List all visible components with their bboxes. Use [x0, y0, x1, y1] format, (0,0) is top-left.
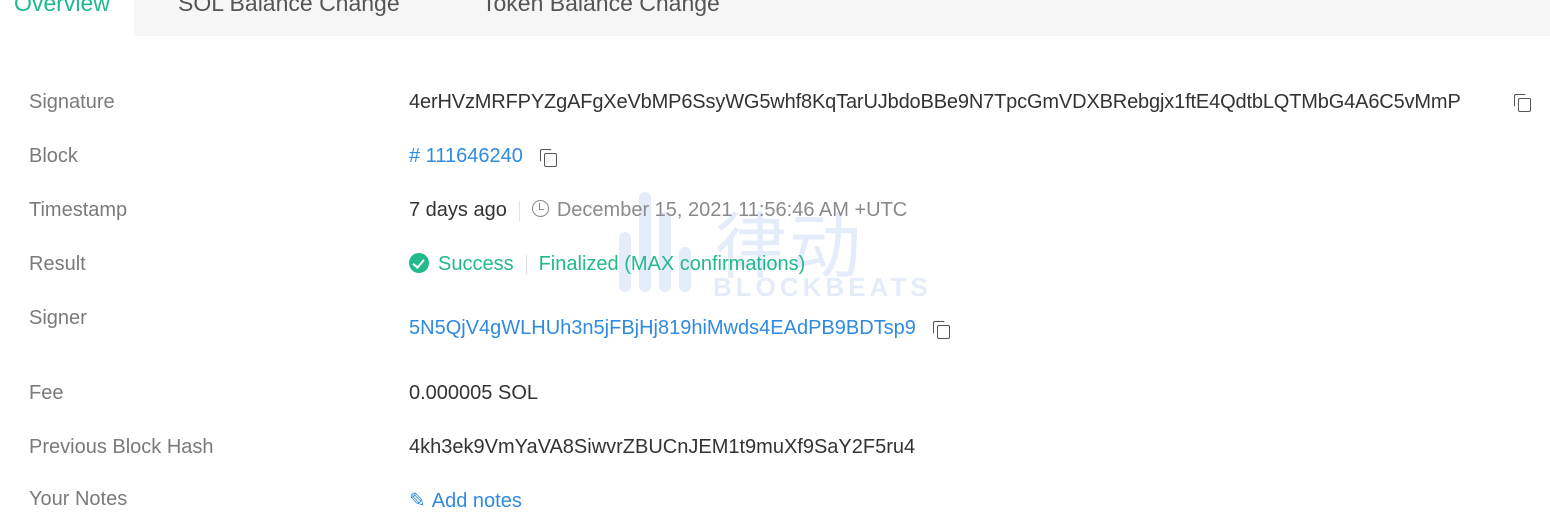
add-notes-link[interactable]: ✎ Add notes	[409, 488, 522, 513]
signature-text: 4erHVzMRFPYZgAFgXeVbMP6SsyWG5whf8KqTarUJ…	[409, 91, 1461, 113]
your-notes-row: Your Notes ✎ Add notes	[0, 480, 1550, 520]
copy-icon[interactable]	[931, 319, 953, 341]
tab-overview[interactable]: Overview	[0, 0, 134, 36]
divider	[518, 200, 520, 221]
previous-block-hash-value: 4kh3ek9VmYaVA8SiwvrZBUCnJEM1t9muXf9SaY2F…	[409, 436, 916, 458]
fee-value: 0.000005 SOL	[409, 382, 538, 404]
divider	[525, 254, 527, 275]
tab-sol-balance-change[interactable]: SOL Balance Change	[178, 0, 400, 36]
add-notes-text[interactable]: Add notes	[432, 490, 522, 512]
result-label: Result	[29, 253, 86, 275]
clock-icon	[531, 200, 549, 218]
timestamp-label: Timestamp	[29, 199, 128, 221]
block-label: Block	[29, 145, 78, 167]
block-row: Block # 111646240	[0, 137, 1550, 177]
tab-bar: Overview SOL Balance Change Token Balanc…	[0, 0, 1550, 36]
signature-label: Signature	[29, 91, 115, 113]
signature-row: Signature 4erHVzMRFPYZgAFgXeVbMP6SsyWG5w…	[0, 83, 1550, 123]
signer-value: 5N5QjV4gWLHUh3n5jFBjHj819hiMwds4EAdPB9BD…	[409, 317, 953, 340]
result-value: Success Finalized (MAX confirmations)	[409, 252, 806, 276]
signer-row: Signer 5N5QjV4gWLHUh3n5jFBjHj819hiMwds4E…	[0, 299, 1550, 355]
timestamp-row: Timestamp 7 days ago December 15, 2021 11…	[0, 191, 1550, 231]
timestamp-value: 7 days ago December 15, 2021 11:56:46 AM …	[409, 199, 907, 222]
check-circle-icon	[409, 252, 429, 273]
tab-token-balance-change[interactable]: Token Balance Change	[482, 0, 720, 36]
signature-value: 4erHVzMRFPYZgAFgXeVbMP6SsyWG5whf8KqTarUJ…	[409, 91, 1461, 114]
block-value: # 111646240	[409, 145, 560, 168]
copy-icon[interactable]	[538, 147, 560, 169]
signer-link[interactable]: 5N5QjV4gWLHUh3n5jFBjHj819hiMwds4EAdPB9BD…	[409, 317, 916, 339]
fee-row: Fee 0.000005 SOL	[0, 374, 1550, 414]
previous-block-hash-row: Previous Block Hash 4kh3ek9VmYaVA8SiwvrZ…	[0, 428, 1550, 468]
signer-label: Signer	[29, 307, 87, 329]
result-status: Success	[438, 253, 514, 275]
copy-icon[interactable]	[1512, 92, 1534, 114]
timestamp-absolute: December 15, 2021 11:56:46 AM +UTC	[556, 199, 908, 221]
result-row: Result Success Finalized (MAX confirmatio…	[0, 245, 1550, 285]
previous-block-hash-label: Previous Block Hash	[29, 436, 214, 458]
result-finality: Finalized (MAX confirmations)	[538, 253, 806, 275]
pencil-icon: ✎	[409, 490, 426, 512]
timestamp-relative: 7 days ago	[409, 199, 507, 221]
fee-label: Fee	[29, 382, 64, 404]
block-link[interactable]: # 111646240	[409, 145, 523, 167]
